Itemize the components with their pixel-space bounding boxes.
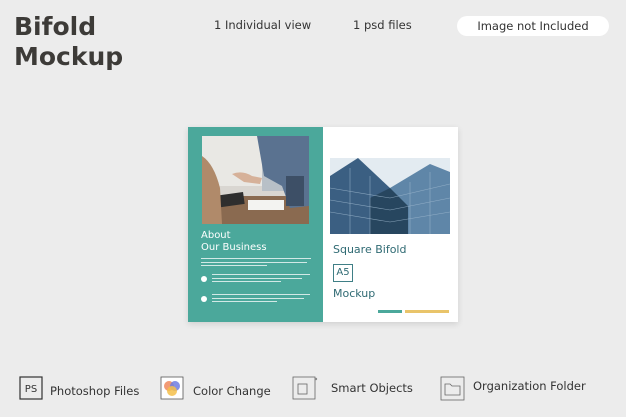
- bullet-item: [201, 294, 311, 308]
- feature-label: Organization Folder: [473, 379, 586, 393]
- title-line-2: Mockup: [14, 42, 124, 71]
- page-title: Bifold Mockup: [14, 12, 123, 72]
- building-photo: [330, 158, 450, 234]
- color-change-icon: [160, 376, 184, 400]
- feature-label: Color Change: [193, 384, 271, 398]
- brochure-title: Square Bifold: [333, 243, 407, 256]
- brochure-subtitle: Mockup: [333, 287, 376, 300]
- ps-icon: PS: [19, 376, 43, 400]
- files-count: 1 psd files: [353, 18, 412, 32]
- bullet-dot: [201, 276, 207, 282]
- folder-icon: [440, 376, 465, 401]
- size-badge: A5: [333, 264, 353, 282]
- smart-objects-icon: [292, 376, 318, 400]
- accent-bar-yellow: [405, 310, 449, 313]
- bullet-dot: [201, 296, 207, 302]
- accent-bar-teal: [378, 310, 402, 313]
- feature-color-change: Color Change: [160, 376, 280, 404]
- svg-text:PS: PS: [25, 384, 37, 395]
- placeholder-text-block: [201, 258, 311, 270]
- feature-organization-folder: Organization Folder: [440, 376, 600, 404]
- brochure-right-panel: Square Bifold A5 Mockup: [323, 127, 458, 322]
- bullet-item: [201, 274, 311, 288]
- feature-photoshop-files: PS Photoshop Files: [19, 376, 144, 404]
- about-heading-line-1: About: [201, 230, 231, 241]
- feature-smart-objects: Smart Objects: [292, 376, 417, 404]
- feature-label: Photoshop Files: [50, 384, 140, 398]
- title-line-1: Bifold: [14, 12, 97, 41]
- about-heading: About Our Business: [201, 230, 316, 254]
- about-heading-line-2: Our Business: [201, 242, 267, 253]
- meeting-photo: [202, 136, 309, 224]
- image-not-included-badge: Image not Included: [457, 16, 609, 36]
- brochure-mockup: About Our Business Square Bifold A5 Mock…: [188, 127, 458, 322]
- feature-label: Smart Objects: [331, 381, 413, 395]
- views-count: 1 Individual view: [214, 18, 312, 32]
- brochure-left-panel: About Our Business: [188, 127, 323, 322]
